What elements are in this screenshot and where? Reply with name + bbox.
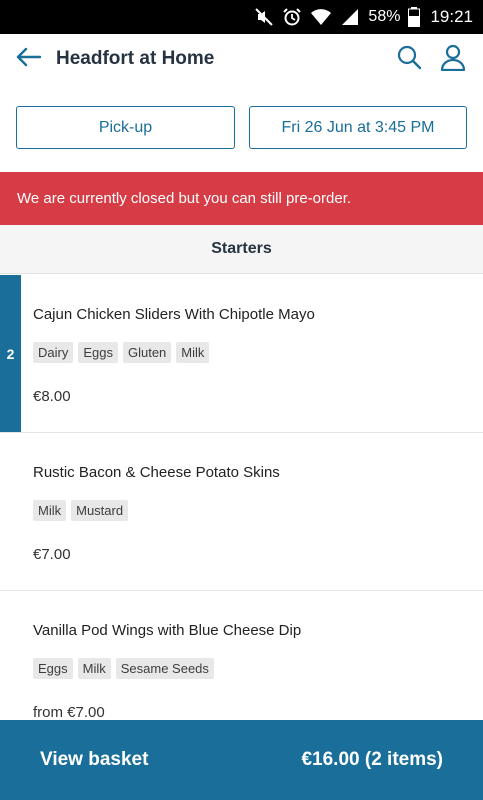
quantity-badge: 2	[0, 275, 21, 432]
search-button[interactable]	[387, 34, 431, 84]
allergen-tag: Milk	[77, 658, 111, 679]
allergen-tag: Dairy	[33, 342, 74, 363]
allergen-tags: Eggs Milk Sesame Seeds	[33, 658, 214, 679]
page-title: Headfort at Home	[56, 48, 215, 69]
user-icon	[439, 43, 467, 76]
mute-icon	[254, 7, 274, 27]
account-button[interactable]	[431, 34, 475, 84]
back-arrow-icon	[15, 47, 42, 72]
item-name: Vanilla Pod Wings with Blue Cheese Dip	[33, 622, 302, 639]
item-name: Rustic Bacon & Cheese Potato Skins	[33, 464, 280, 481]
wifi-icon	[310, 8, 332, 26]
app-header: Headfort at Home	[0, 34, 483, 84]
item-price: €7.00	[33, 546, 71, 563]
clock: 19:21	[430, 7, 473, 26]
closed-banner-text: We are currently closed but you can stil…	[17, 190, 352, 207]
allergen-tag: Milk	[33, 500, 67, 521]
allergen-tag: Milk	[176, 342, 210, 363]
search-icon	[396, 44, 422, 75]
pickup-mode-button[interactable]: Pick-up	[16, 106, 235, 149]
pickup-time-button[interactable]: Fri 26 Jun at 3:45 PM	[249, 106, 467, 149]
item-name: Cajun Chicken Sliders With Chipotle Mayo	[33, 306, 315, 323]
menu-list: 2 Cajun Chicken Sliders With Chipotle Ma…	[0, 275, 483, 749]
status-bar: 58% 19:21	[0, 0, 483, 34]
basket-label: View basket	[40, 749, 149, 770]
allergen-tag: Sesame Seeds	[115, 658, 214, 679]
allergen-tag: Gluten	[122, 342, 172, 363]
signal-icon	[340, 8, 360, 26]
item-price: from €7.00	[33, 704, 105, 721]
category-header: Starters	[0, 225, 483, 274]
allergen-tag: Eggs	[33, 658, 73, 679]
alarm-icon	[282, 7, 302, 27]
basket-total: €16.00 (2 items)	[301, 749, 443, 770]
battery-level: 58%	[368, 8, 401, 25]
menu-item[interactable]: Rustic Bacon & Cheese Potato Skins Milk …	[0, 433, 483, 591]
category-title: Starters	[211, 240, 272, 257]
menu-item[interactable]: 2 Cajun Chicken Sliders With Chipotle Ma…	[0, 275, 483, 433]
item-price: €8.00	[33, 388, 71, 405]
allergen-tag: Mustard	[71, 500, 129, 521]
closed-banner: We are currently closed but you can stil…	[0, 172, 483, 225]
allergen-tag: Eggs	[78, 342, 118, 363]
order-options: Pick-up Fri 26 Jun at 3:45 PM	[16, 106, 467, 149]
allergen-tags: Milk Mustard	[33, 500, 129, 521]
view-basket-button[interactable]: View basket €16.00 (2 items)	[0, 720, 483, 800]
back-button[interactable]	[0, 34, 56, 84]
allergen-tags: Dairy Eggs Gluten Milk	[33, 342, 210, 363]
battery-icon	[408, 7, 421, 27]
